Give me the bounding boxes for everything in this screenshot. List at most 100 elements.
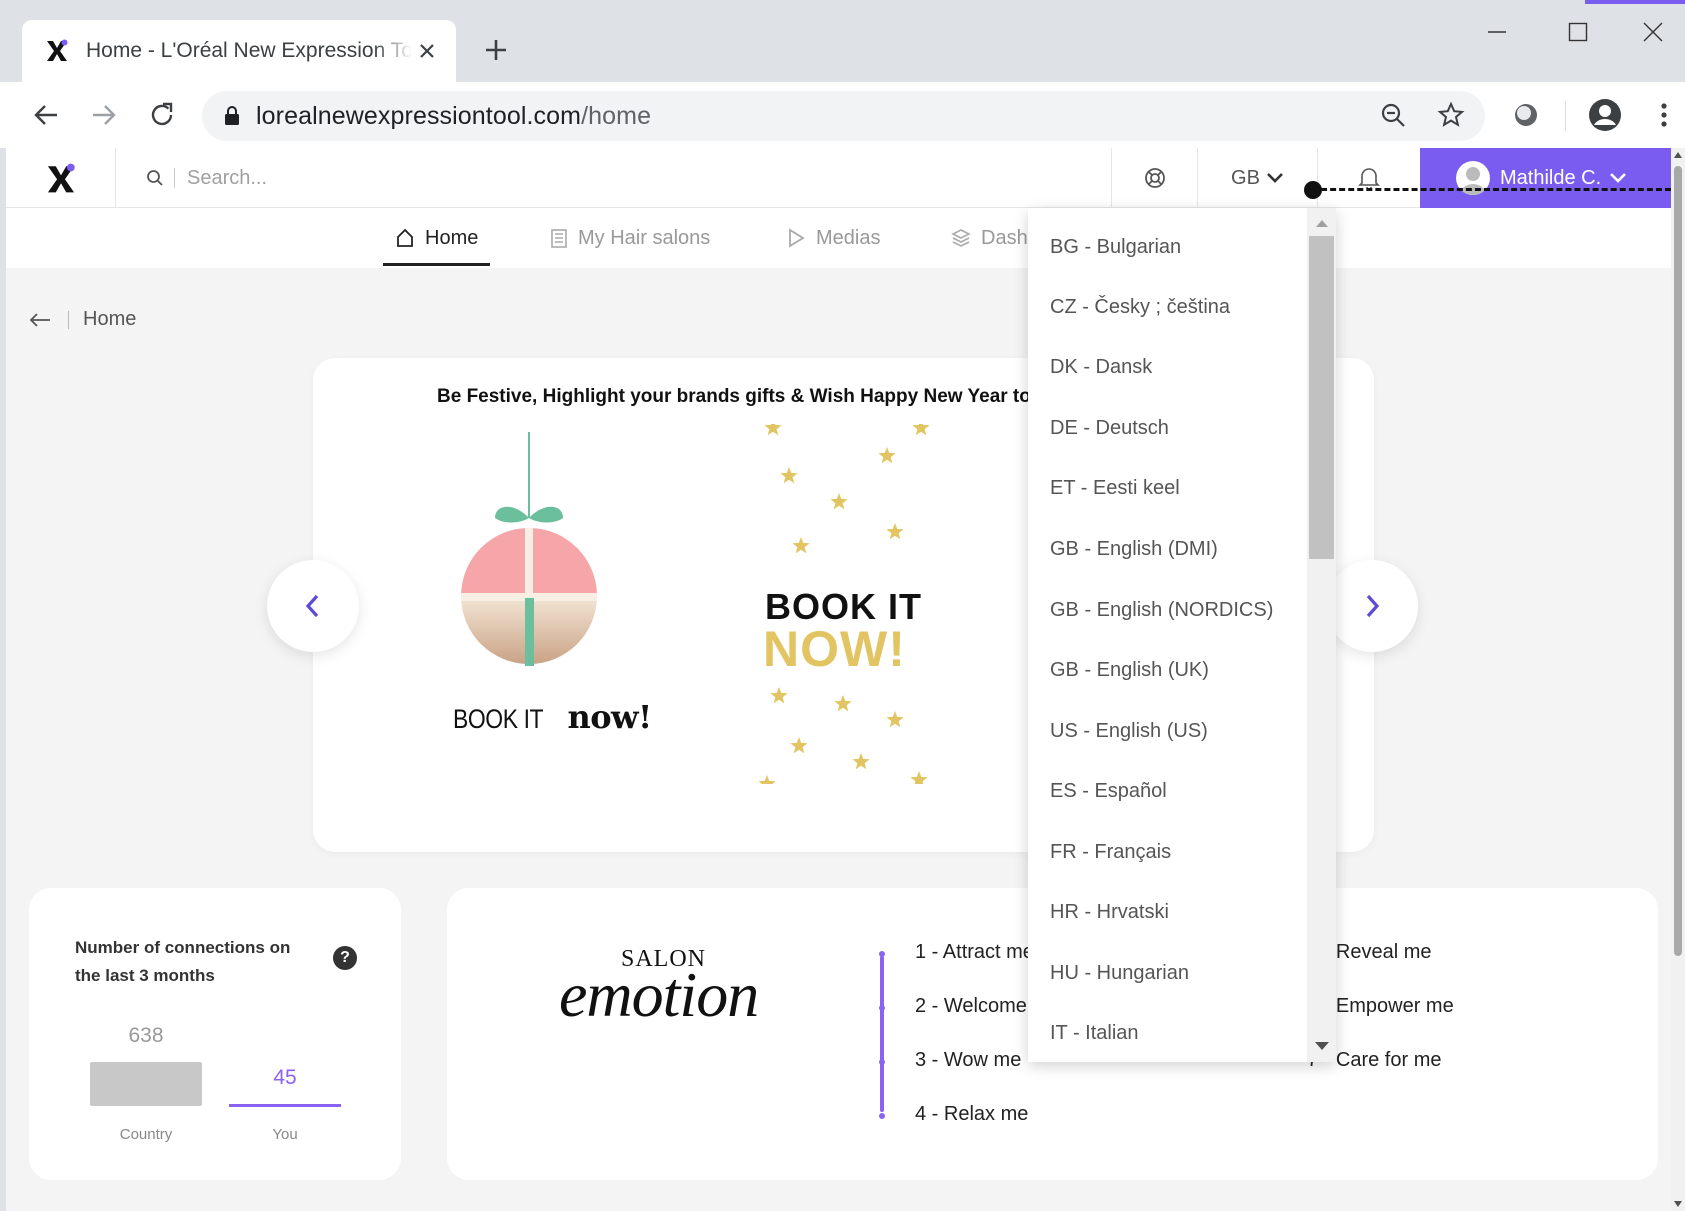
- close-window-icon[interactable]: [1621, 12, 1685, 52]
- forward-icon[interactable]: [82, 93, 126, 137]
- scroll-up-icon[interactable]: [1316, 220, 1328, 227]
- scroll-up-icon[interactable]: [1674, 152, 1682, 158]
- star-icon: [852, 753, 870, 770]
- browser-tab[interactable]: Home - L'Oréal New Expression Tool: [22, 20, 456, 82]
- search-input[interactable]: [187, 166, 687, 190]
- star-icon: [878, 447, 896, 464]
- language-code: GB: [1231, 166, 1260, 189]
- language-option[interactable]: ES - Español: [1050, 780, 1167, 803]
- connections-title: Number of connections on the last 3 mont…: [75, 938, 291, 985]
- support-button[interactable]: [1111, 148, 1197, 208]
- maximize-icon[interactable]: [1546, 12, 1610, 52]
- search-bar: [146, 163, 846, 193]
- profile-icon[interactable]: [1583, 93, 1627, 137]
- timeline-dot: [879, 951, 885, 957]
- annotation-dashed-line: [1312, 188, 1671, 191]
- chevron-right-icon: [1366, 594, 1380, 618]
- back-icon[interactable]: [24, 93, 68, 137]
- language-option[interactable]: HU - Hungarian: [1050, 962, 1189, 985]
- star-icon: [886, 711, 904, 728]
- scroll-down-icon[interactable]: [1674, 1201, 1682, 1207]
- nav-tab-label: Medias: [816, 226, 881, 249]
- star-icon: [780, 467, 798, 484]
- page-scrollbar[interactable]: [1671, 148, 1685, 1211]
- browser-toolbar: lorealnewexpressiontool.com/home: [0, 82, 1685, 148]
- close-tab-icon[interactable]: [412, 36, 442, 66]
- connections-card: Number of connections on the last 3 mont…: [29, 888, 401, 1180]
- scrollbar-thumb[interactable]: [1674, 166, 1682, 956]
- ornament-caption: BOOK IT now!: [453, 698, 652, 736]
- step-item[interactable]: 3 - Wow me: [915, 1049, 1021, 1072]
- star-icon: [764, 424, 782, 436]
- arrow-left-icon[interactable]: [28, 311, 52, 329]
- you-value: 45: [273, 1066, 297, 1089]
- salon-logo-main: emotion: [559, 959, 759, 1030]
- user-name: Mathilde C.: [1500, 166, 1602, 189]
- building-icon: [551, 229, 567, 248]
- breadcrumb-current: Home: [83, 308, 137, 330]
- new-tab-icon[interactable]: [478, 32, 514, 68]
- carousel-prev-button[interactable]: [267, 560, 359, 652]
- notifications-button[interactable]: [1317, 148, 1420, 208]
- bookmark-star-icon[interactable]: [1429, 93, 1473, 137]
- step-item[interactable]: 4 - Relax me: [915, 1103, 1028, 1126]
- language-option[interactable]: IT - Italian: [1050, 1022, 1139, 1045]
- language-selector[interactable]: GB: [1197, 148, 1317, 208]
- chevron-left-icon: [305, 594, 319, 618]
- home-icon: [397, 228, 413, 247]
- star-icon: [886, 523, 904, 540]
- scroll-down-icon[interactable]: [1315, 1042, 1329, 1050]
- app-header: GB Mathilde C.: [6, 148, 1671, 208]
- language-option[interactable]: US - English (US): [1050, 720, 1208, 743]
- logo-icon: [47, 163, 75, 193]
- language-option[interactable]: HR - Hrvatski: [1050, 901, 1169, 924]
- language-option[interactable]: ET - Eesti keel: [1050, 477, 1180, 500]
- annotation-dot: [1304, 181, 1322, 199]
- browser-tabstrip: Home - L'Oréal New Expression Tool: [0, 0, 1685, 82]
- address-bar[interactable]: lorealnewexpressiontool.com/home: [202, 91, 1485, 141]
- you-label: You: [272, 1126, 298, 1143]
- browser-menu-icon[interactable]: [1642, 93, 1685, 137]
- reload-icon[interactable]: [140, 93, 184, 137]
- scrollbar-thumb[interactable]: [1309, 236, 1334, 559]
- minimize-icon[interactable]: [1465, 12, 1529, 52]
- accent-strip: [1585, 0, 1685, 4]
- play-icon: [789, 228, 805, 248]
- ornament-image: [461, 432, 597, 666]
- nav-tab-medias[interactable]: Medias: [786, 208, 880, 268]
- url-text: lorealnewexpressiontool.com/home: [256, 101, 652, 130]
- nav-tab-my-hair-salons[interactable]: My Hair salons: [550, 208, 710, 268]
- language-option[interactable]: GB - English (UK): [1050, 659, 1209, 682]
- star-icon: [792, 537, 810, 554]
- language-option[interactable]: GB - English (NORDICS): [1050, 599, 1273, 622]
- star-icon: [758, 775, 776, 784]
- user-menu-button[interactable]: Mathilde C.: [1420, 148, 1671, 208]
- language-option[interactable]: GB - English (DMI): [1050, 538, 1218, 561]
- language-dropdown: BG - Bulgarian CZ - Česky ; čeština DK -…: [1028, 208, 1336, 1062]
- star-icon: [912, 424, 930, 436]
- star-icon: [770, 687, 788, 704]
- language-option[interactable]: BG - Bulgarian: [1050, 236, 1181, 259]
- dropdown-scrollbar[interactable]: [1307, 208, 1336, 1062]
- nav-tab-label: Home: [425, 226, 479, 249]
- language-option[interactable]: DK - Dansk: [1050, 356, 1152, 379]
- nav-tab-home[interactable]: Home: [383, 208, 491, 268]
- language-option[interactable]: CZ - Česky ; čeština: [1050, 296, 1230, 319]
- favicon-icon: [42, 36, 72, 66]
- star-icon: [834, 695, 852, 712]
- language-option[interactable]: FR - Français: [1050, 841, 1171, 864]
- lifebuoy-icon: [1144, 168, 1165, 188]
- zoom-out-icon[interactable]: [1371, 93, 1415, 137]
- app-logo[interactable]: [6, 148, 116, 208]
- lock-icon: [224, 106, 240, 126]
- you-bar: [229, 1104, 341, 1107]
- step-item[interactable]: 1 - Attract me: [915, 941, 1034, 964]
- country-label: Country: [119, 1126, 173, 1143]
- language-option[interactable]: DE - Deutsch: [1050, 417, 1169, 440]
- star-icon: [910, 771, 928, 784]
- extension-icon[interactable]: [1504, 93, 1548, 137]
- help-icon[interactable]: ?: [333, 946, 357, 970]
- search-separator: [174, 168, 175, 188]
- layers-icon: [951, 229, 971, 247]
- carousel-next-button[interactable]: [1326, 560, 1418, 652]
